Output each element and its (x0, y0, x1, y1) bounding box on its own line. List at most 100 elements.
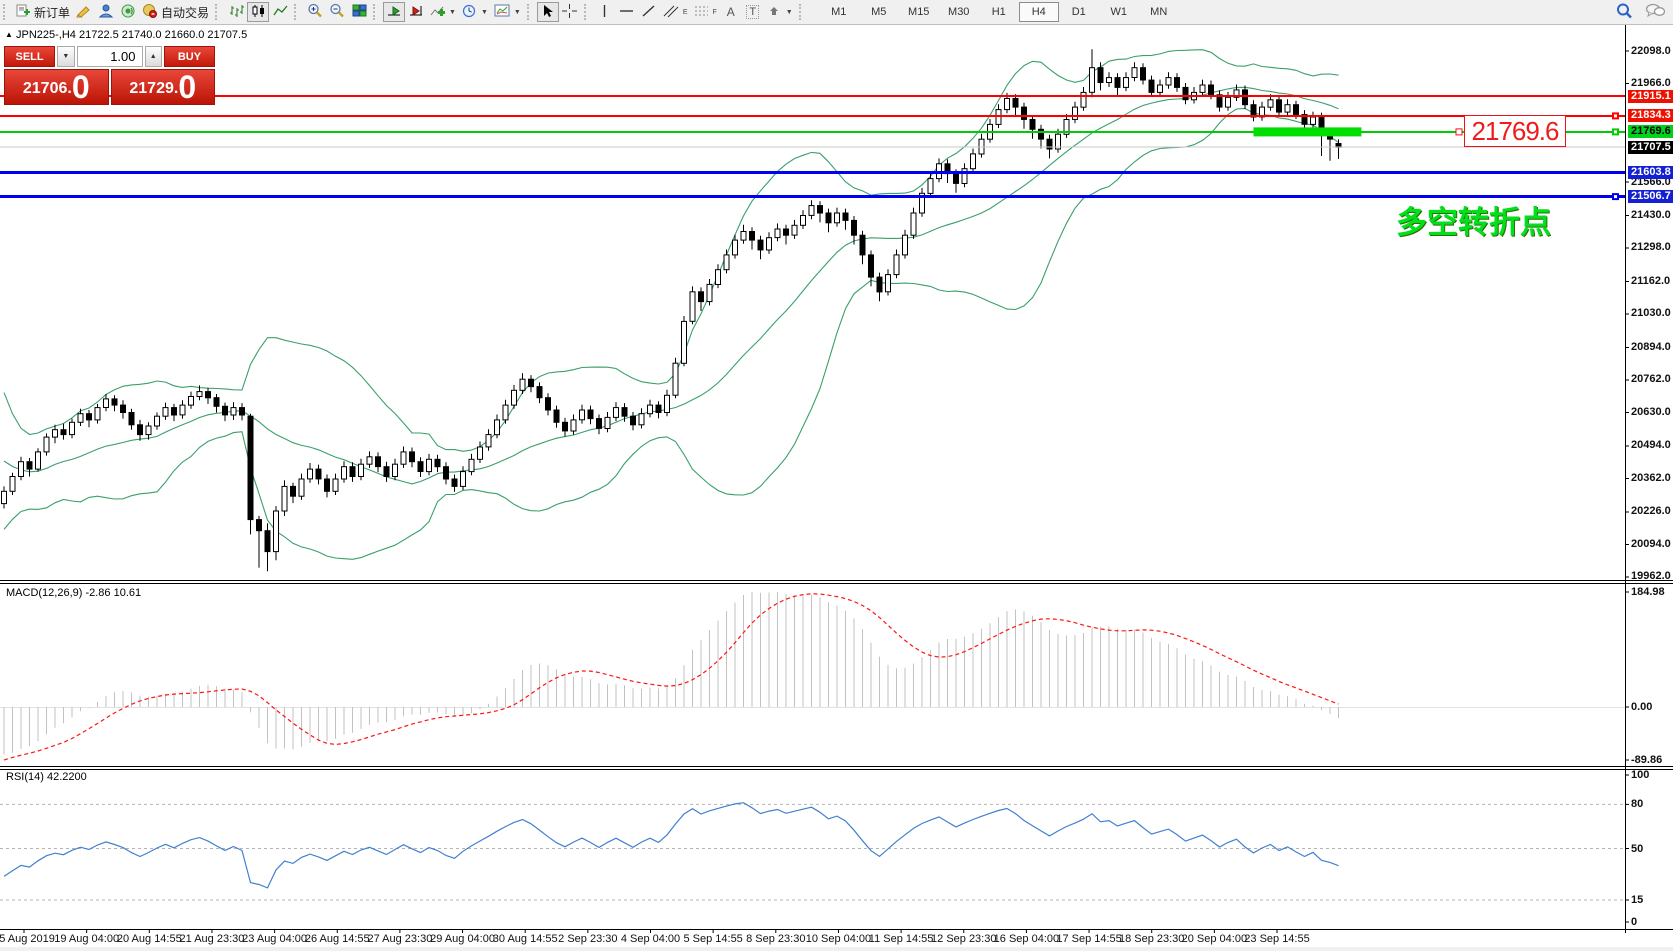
candle-bull (1124, 78, 1129, 88)
signals-button[interactable] (117, 2, 139, 22)
volume-down-button[interactable]: ▼ (57, 46, 74, 67)
tab-timeframe-M5[interactable]: M5 (859, 2, 899, 22)
candle-bull (104, 399, 109, 408)
time-label: 20 Aug 14:55 (117, 933, 182, 945)
candle-bear (699, 292, 704, 302)
candle-bull (1132, 68, 1137, 78)
candle-bull (520, 379, 525, 390)
auto-scroll-button[interactable] (383, 2, 405, 22)
time-label: 2 Sep 23:30 (558, 933, 617, 945)
candle-bear (1183, 87, 1188, 99)
tab-timeframe-H1[interactable]: H1 (979, 2, 1019, 22)
candle-bull (1107, 78, 1112, 83)
horizontal-line-button[interactable] (616, 2, 638, 22)
candle-bull (1073, 107, 1078, 119)
community-button[interactable] (95, 2, 117, 22)
chevron-down-icon: ▼ (514, 9, 521, 16)
candle-bull (775, 229, 780, 238)
search-icon[interactable] (1616, 3, 1633, 22)
indicators-button[interactable]: ▼ (427, 2, 459, 22)
bar-chart-button[interactable] (225, 2, 247, 22)
text-button[interactable]: A (720, 2, 742, 22)
volume-input[interactable] (77, 46, 143, 67)
candle-bull (835, 213, 840, 223)
text-label-button[interactable]: T (742, 2, 764, 22)
candle-bull (1081, 92, 1086, 107)
price-callout[interactable]: 21769.6 (1464, 115, 1566, 147)
sell-button[interactable]: SELL (4, 46, 55, 67)
fibonacci-tag: F (713, 9, 717, 16)
channel-button[interactable]: E (660, 2, 691, 22)
buy-button[interactable]: BUY (164, 46, 215, 67)
candle-bull (486, 435, 491, 447)
candle-bear (1243, 90, 1248, 105)
time-label: 18 Sep 23:30 (1119, 933, 1184, 945)
candle-bull (70, 422, 75, 434)
macd-histogram (4, 592, 1339, 755)
chart-shift-button[interactable] (405, 2, 427, 22)
candle-bear (265, 531, 270, 552)
candle-bull (707, 284, 712, 301)
candle-bear (410, 452, 415, 462)
arrows-button[interactable]: ▼ (764, 2, 796, 22)
candle-bear (1336, 144, 1341, 148)
sell-price[interactable]: 21706 . 0 (4, 69, 109, 105)
horizontal-line-icon (619, 4, 634, 21)
chart-canvas[interactable] (0, 0, 1673, 951)
buy-price-frac: 0 (178, 72, 196, 102)
candle-bull (1311, 117, 1316, 124)
tab-timeframe-W1[interactable]: W1 (1099, 2, 1139, 22)
vertical-line-button[interactable] (594, 2, 616, 22)
candle-bull (1226, 97, 1231, 107)
cursor-button[interactable] (537, 2, 559, 22)
candle-bear (546, 398, 551, 410)
tile-windows-button[interactable] (348, 2, 370, 22)
candle-bear (860, 235, 865, 255)
line-chart-button[interactable] (269, 2, 291, 22)
tab-timeframe-M15[interactable]: M15 (899, 2, 939, 22)
collapse-arrow-icon[interactable]: ▲ (5, 30, 13, 39)
time-label: 30 Aug 14:55 (493, 933, 558, 945)
candlestick-chart-button[interactable] (247, 2, 269, 22)
bollinger-lower-line (4, 108, 1339, 559)
tab-timeframe-H4[interactable]: H4 (1019, 2, 1059, 22)
layouts-button[interactable] (73, 2, 95, 22)
candlestick-icon (251, 4, 266, 21)
candle-bear (1175, 78, 1180, 88)
candle-bull (1005, 99, 1010, 110)
candle-bear (826, 213, 831, 223)
buy-price[interactable]: 21729 . 0 (111, 69, 216, 105)
trendline-button[interactable] (638, 2, 660, 22)
time-label: 16 Sep 04:00 (994, 933, 1059, 945)
tab-timeframe-M30[interactable]: M30 (939, 2, 979, 22)
candle-bull (911, 213, 916, 235)
tab-timeframe-MN[interactable]: MN (1139, 2, 1179, 22)
candle-bull (979, 139, 984, 154)
candle-bear (877, 277, 882, 292)
autotrading-button[interactable]: 自动交易 (139, 2, 212, 22)
zoom-in-button[interactable] (304, 2, 326, 22)
pencil-icon (76, 4, 92, 21)
templates-button[interactable]: ▼ (491, 2, 524, 22)
price-badge-21834.3: 21834.3 (1628, 109, 1673, 122)
symbol-title: ▲ JPN225-,H4 21722.5 21740.0 21660.0 217… (5, 29, 247, 41)
zoom-out-button[interactable] (326, 2, 348, 22)
chinese-annotation[interactable]: 多空转折点 (1396, 197, 1551, 242)
crosshair-button[interactable] (559, 2, 581, 22)
tab-timeframe-D1[interactable]: D1 (1059, 2, 1099, 22)
volume-up-button[interactable]: ▲ (145, 46, 162, 67)
support-zone[interactable] (1254, 127, 1362, 136)
candle-bull (605, 417, 610, 428)
candle-bear (291, 486, 296, 496)
tab-timeframe-M1[interactable]: M1 (819, 2, 859, 22)
chat-icon[interactable] (1645, 3, 1665, 22)
candle-bear (1030, 120, 1035, 130)
rsi-scale-0: 0 (1631, 916, 1637, 928)
fibonacci-button[interactable]: F (691, 2, 720, 22)
toolbar-grip (527, 4, 534, 20)
candle-bull (401, 452, 406, 464)
new-order-button[interactable]: 新订单 (13, 2, 73, 22)
fibonacci-icon (694, 4, 709, 21)
price-tick-label: 21162.0 (1631, 275, 1670, 287)
periods-button[interactable]: ▼ (459, 2, 491, 22)
